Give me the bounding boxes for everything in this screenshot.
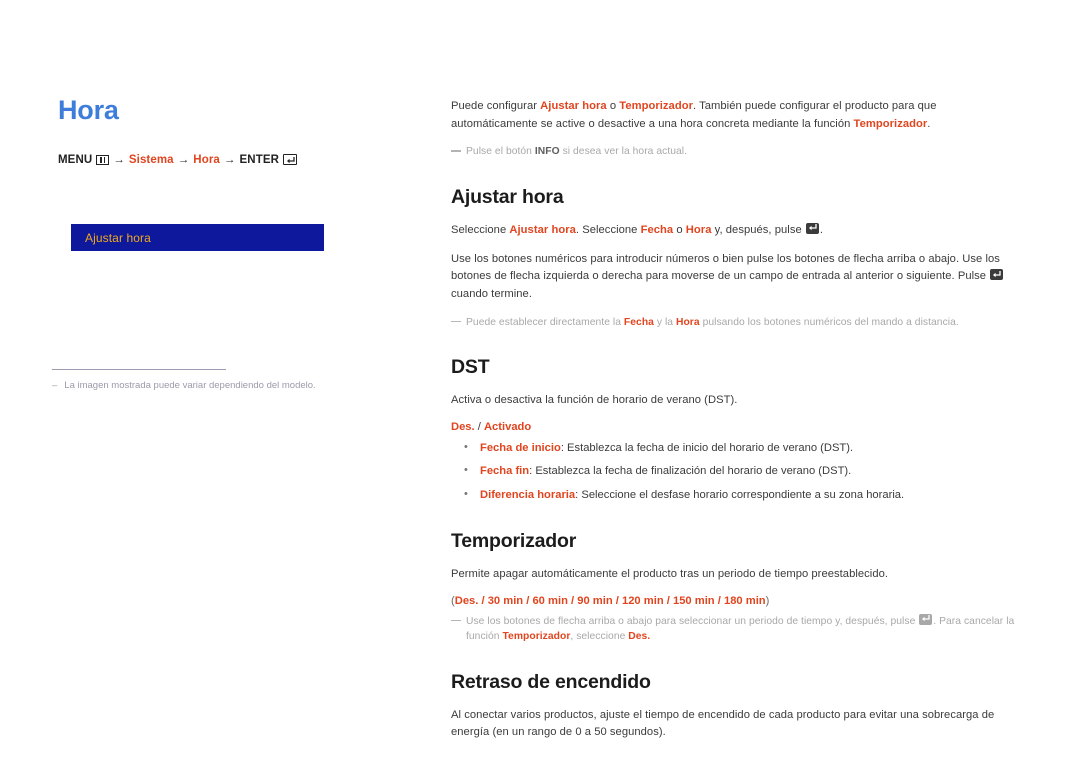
ah-term-hora: Hora bbox=[685, 223, 712, 236]
breadcrumb-arrow-3: → bbox=[223, 153, 236, 166]
left-footnote: – La imagen mostrada puede variar depend… bbox=[52, 369, 352, 392]
intro-term-temporizador-1: Temporizador bbox=[619, 100, 694, 112]
intro-text-a: Puede configurar bbox=[451, 100, 541, 112]
dst-bullet-list: Fecha de inicio: Establezca la fecha de … bbox=[451, 439, 1026, 504]
ah-term-ajustar-hora: Ajustar hora bbox=[509, 223, 576, 236]
intro-note-info: INFO bbox=[534, 146, 560, 158]
heading-retraso-de-encendido: Retraso de encendido bbox=[451, 670, 651, 693]
footnote-dash: – bbox=[52, 380, 58, 391]
temp-note-d: , seleccione bbox=[570, 631, 629, 643]
breadcrumb-step-hora: Hora bbox=[193, 153, 220, 166]
ah-p1-e: o bbox=[673, 223, 686, 236]
dst-option-off: Des. bbox=[451, 420, 475, 433]
osd-item-ajustar-hora: Ajustar hora bbox=[85, 230, 151, 245]
dst-options: Des. / Activado bbox=[451, 421, 1026, 433]
temporizador-note: Use los botones de flecha arriba o abajo… bbox=[451, 613, 1026, 645]
dst-paragraph-1: Activa o desactiva la función de horario… bbox=[451, 394, 738, 406]
ah-note-c: y la bbox=[653, 316, 676, 328]
ah-p1-c: . Seleccione bbox=[575, 223, 641, 236]
intro-note-a: Pulse el botón bbox=[466, 146, 535, 158]
intro-term-ajustar-hora: Ajustar hora bbox=[540, 100, 607, 112]
breadcrumb-enter-label: ENTER bbox=[239, 153, 279, 166]
temp-note-term-temporizador: Temporizador bbox=[502, 631, 571, 643]
heading-dst: DST bbox=[451, 356, 490, 378]
manual-page: Hora MENU → Sistema → Hora → ENTER Ajust… bbox=[0, 0, 1080, 763]
ah-note-hora: Hora bbox=[675, 316, 700, 328]
heading-ajustar-hora: Ajustar hora bbox=[451, 185, 564, 208]
temporizador-paragraph-1: Permite apagar automáticamente el produc… bbox=[451, 568, 889, 581]
ah-p1-h: . bbox=[819, 223, 824, 236]
intro-paragraph: Puede configurar Ajustar hora o Temporiz… bbox=[451, 98, 1026, 133]
temp-note-a: Use los botones de flecha arriba o abajo… bbox=[466, 615, 919, 627]
intro-note-c: si desea ver la hora actual. bbox=[559, 146, 688, 158]
ajustar-hora-paragraph-1: Seleccione Ajustar hora. Seleccione Fech… bbox=[451, 222, 1026, 240]
dst-bullet-desc-2: : Establezca la fecha de finalización de… bbox=[529, 465, 852, 478]
dst-bullet-desc-3: : Seleccione el desfase horario correspo… bbox=[575, 489, 905, 502]
left-column: Hora MENU → Sistema → Hora → ENTER bbox=[58, 95, 388, 166]
ah-note-fecha: Fecha bbox=[623, 316, 654, 328]
temporizador-options-values: Des. / 30 min / 60 min / 90 min / 120 mi… bbox=[454, 594, 766, 607]
dst-bullet-term-3: Diferencia horaria bbox=[480, 489, 576, 502]
breadcrumb-menu-label: MENU bbox=[58, 153, 93, 166]
ajustar-hora-paragraph-2: Use los botones numéricos para introduci… bbox=[451, 251, 1026, 304]
enter-key-icon bbox=[805, 222, 819, 234]
list-item: Fecha de inicio: Establezca la fecha de … bbox=[451, 439, 1026, 457]
dst-bullet-term-2: Fecha fin bbox=[480, 465, 530, 478]
enter-key-icon bbox=[919, 613, 933, 625]
temporizador-options: (Des. / 30 min / 60 min / 90 min / 120 m… bbox=[451, 595, 1026, 607]
ah-note-a: Puede establecer directamente la bbox=[466, 316, 624, 328]
list-item: Fecha fin: Establezca la fecha de finali… bbox=[451, 462, 1026, 480]
menu-grid-icon bbox=[96, 154, 110, 165]
ah-p1-a: Seleccione bbox=[451, 223, 510, 236]
right-column: Puede configurar Ajustar hora o Temporiz… bbox=[451, 98, 1026, 753]
retraso-paragraph-1: Al conectar varios productos, ajuste el … bbox=[451, 708, 995, 739]
temp-note-term-des: Des. bbox=[628, 631, 651, 643]
ah-p1-g: y, después, pulse bbox=[711, 223, 805, 236]
ah-term-fecha: Fecha bbox=[640, 223, 674, 236]
temporizador-options-close: ) bbox=[765, 594, 770, 607]
footnote-label: La imagen mostrada puede variar dependie… bbox=[64, 380, 316, 391]
enter-key-icon bbox=[990, 269, 1004, 281]
footnote-divider bbox=[52, 369, 226, 370]
dst-bullet-term-1: Fecha de inicio bbox=[480, 441, 561, 454]
osd-menu-preview: Ajustar hora bbox=[71, 224, 324, 251]
intro-note: Pulse el botón INFO si desea ver la hora… bbox=[451, 144, 1026, 159]
breadcrumb-step-sistema: Sistema bbox=[128, 153, 174, 166]
heading-temporizador: Temporizador bbox=[451, 530, 577, 553]
intro-text-g: . bbox=[927, 117, 931, 130]
dst-option-sep: / bbox=[474, 420, 484, 433]
intro-term-temporizador-2: Temporizador bbox=[853, 117, 928, 130]
ah-p2-tail: cuando termine. bbox=[451, 287, 532, 300]
intro-text-c: o bbox=[606, 100, 620, 112]
list-item: Diferencia horaria: Seleccione el desfas… bbox=[451, 486, 1026, 504]
footnote-row: – La imagen mostrada puede variar depend… bbox=[52, 379, 352, 392]
page-title: Hora bbox=[58, 95, 119, 125]
ah-note-e: pulsando los botones numéricos del mando… bbox=[699, 316, 959, 328]
breadcrumb-arrow-1: → bbox=[113, 153, 125, 166]
ajustar-hora-note: Puede establecer directamente la Fecha y… bbox=[451, 315, 1026, 330]
dst-bullet-desc-1: : Establezca la fecha de inicio del hora… bbox=[560, 441, 854, 454]
dst-option-on: Activado bbox=[483, 420, 532, 433]
menu-breadcrumb: MENU → Sistema → Hora → ENTER bbox=[58, 154, 388, 166]
breadcrumb-arrow-2: → bbox=[177, 153, 190, 166]
ah-p2-text: Use los botones numéricos para introduci… bbox=[451, 252, 1000, 283]
enter-key-icon bbox=[283, 154, 297, 166]
